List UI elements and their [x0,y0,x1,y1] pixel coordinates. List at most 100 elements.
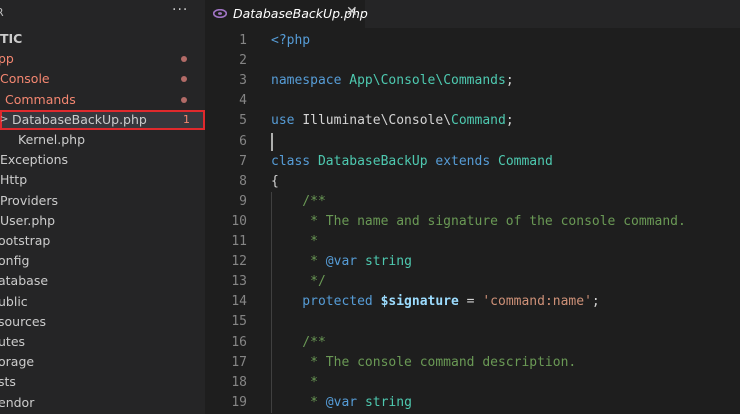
line-number: 9 [239,193,247,209]
code-token: $signature [380,294,459,310]
modified-dot-icon [181,96,187,103]
code-text: { [271,172,279,192]
tree-item-label: orage [0,354,35,370]
line-number: 13 [231,274,247,290]
code-line: 6 [205,132,740,152]
modified-dot-icon [181,56,187,63]
code-token: * [271,234,318,249]
tree-item[interactable]: sources [0,312,205,332]
tree-item-label: ootstrap [0,233,51,248]
tree-item-label: Kernel.php [18,132,86,147]
code-line: 12 * @var string [205,252,740,272]
code-token: * The console command description. [271,354,577,370]
tree-item[interactable]: ublic [0,292,205,312]
line-number: 19 [231,394,247,410]
code-token: use [271,113,303,129]
code-token: /** [271,334,326,350]
line-number: 5 [239,113,247,129]
code-token: App\Console\Commands [349,73,506,89]
code-text: use Illuminate\Console\Command; [271,111,514,131]
tree-item-label: Exceptions [0,152,69,168]
tree-item[interactable]: User.php [0,211,205,231]
tree-item-label: Console [0,71,50,87]
code-line: 2 [205,51,740,71]
code-text: namespace App\Console\Commands; [271,71,514,91]
code-token: namespace [271,73,350,89]
tree-item[interactable]: Http [0,170,205,190]
tree-item[interactable]: Kernel.php [0,130,205,150]
tab-bar: DatabaseBackUp.php ✕ [205,0,740,28]
modified-dot-icon [181,76,187,83]
code-line: 3 namespace App\Console\Commands; [205,71,740,91]
code-text: class DatabaseBackUp extends Command [271,152,553,172]
code-token: * The name and signature of the console … [271,213,686,229]
code-line: 4 [205,91,740,111]
line-number: 7 [239,153,247,169]
explorer-sidebar: R ··· TIC pp Console Commands >DatabaseBackU… [0,0,205,414]
code-token: class [271,153,318,169]
code-token: extends [435,153,498,169]
line-number: 14 [231,294,247,310]
code-token: protected [271,294,381,310]
code-line: 13 */ [205,272,740,292]
code-token: * [271,394,326,410]
code-token: ; [505,113,514,129]
code-token: @var [325,394,365,410]
tree-item-label: Http [0,172,28,188]
close-icon[interactable]: ✕ [346,4,358,20]
code-token: 'command:name' [482,294,592,310]
code-token: /** [271,193,326,209]
tree-item[interactable]: sts [0,372,205,392]
code-token: Command [498,153,553,169]
tree-item-label: pp [0,51,14,67]
line-number: 2 [239,53,247,69]
line-number: 1 [239,33,247,48]
code-line: 18 * [205,373,740,393]
tree-item-selected[interactable]: > DatabaseBackUp.php 1 [0,109,205,130]
code-text: /** [271,192,326,212]
line-number: 12 [231,254,247,270]
code-token: */ [271,274,326,290]
code-text: * [271,373,318,393]
line-number: 16 [231,334,247,350]
tab-database-backup[interactable]: DatabaseBackUp.php ✕ [205,0,368,28]
code-token: @var [325,254,365,270]
tree-item[interactable]: Exceptions [0,150,205,170]
tree-item[interactable]: orage [0,352,205,372]
code-text: <?php [271,31,310,51]
tree-item[interactable]: ootstrap [0,231,205,251]
tree-item-label: endor [0,394,35,410]
tree-item-label: utes [0,334,26,349]
code-token: <?php [271,33,311,48]
line-number: 3 [239,73,247,89]
code-text: * The name and signature of the console … [271,212,686,232]
tree-item-label: DatabaseBackUp.php [12,111,147,127]
tree-item[interactable]: Commands [0,90,205,110]
code-text: */ [271,272,326,292]
code-line: 1 <?php [205,31,740,51]
tree-item[interactable]: Console [0,69,205,89]
line-number: 15 [231,314,247,330]
code-text: /** [271,333,326,353]
code-line: 19 * @var string [205,393,740,413]
tree-item[interactable]: onfig [0,251,205,271]
tree-item[interactable]: Providers [0,191,205,211]
code-line: 16 /** [205,333,740,353]
line-number: 6 [239,133,247,149]
code-text: * @var string [271,393,412,413]
tree-item[interactable]: TIC [0,29,205,49]
code-line: 14 protected $signature = 'command:name'… [205,292,740,312]
code-line: 7 class DatabaseBackUp extends Command [205,152,740,172]
more-actions-icon[interactable]: ··· [172,2,188,18]
php-file-icon [213,9,227,18]
code-editor[interactable]: 1 <?php 2 3 namespace App\Console\Commands; 4… [205,28,740,414]
tree-item[interactable]: utes [0,332,205,352]
tree-item[interactable]: endor [0,393,205,413]
tree-item-label: sources [0,313,47,329]
line-number: 18 [231,374,247,390]
code-token: DatabaseBackUp [317,153,436,169]
tree-item[interactable]: pp [0,49,205,69]
code-token: * [271,254,326,270]
code-line: 5 use Illuminate\Console\Command; [205,111,740,131]
tree-item[interactable]: atabase [0,271,205,291]
